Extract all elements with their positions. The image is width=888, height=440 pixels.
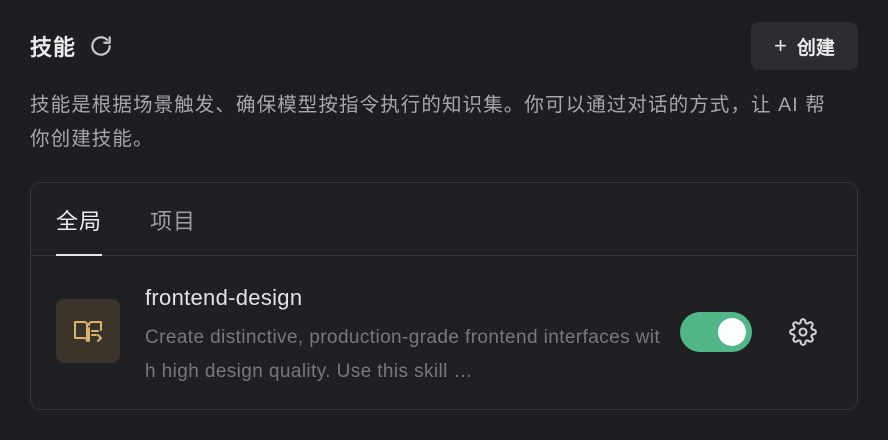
skill-enable-toggle[interactable] <box>680 312 752 352</box>
create-skill-button[interactable]: + 创建 <box>751 22 858 70</box>
tab-project[interactable]: 项目 <box>150 183 196 255</box>
tab-global[interactable]: 全局 <box>56 183 103 256</box>
skills-header: 技能 + 创建 <box>30 22 858 70</box>
title-group: 技能 <box>30 30 114 62</box>
page-title: 技能 <box>30 35 77 60</box>
create-button-label: 创建 <box>796 37 835 59</box>
skills-panel: 全局 项目 frontend-design Create distinctive… <box>30 182 858 410</box>
refresh-icon[interactable] <box>88 33 114 59</box>
skill-name: frontend-design <box>145 285 303 310</box>
toggle-knob <box>718 318 746 346</box>
page-description: 技能是根据场景触发、确保模型按指令执行的知识集。你可以通过对话的方式，让 AI … <box>30 94 826 150</box>
skill-item: frontend-design Create distinctive, prod… <box>56 283 832 393</box>
plus-icon: + <box>774 33 787 58</box>
book-icon <box>56 299 120 363</box>
skill-description: Create distinctive, production-grade fro… <box>145 327 661 382</box>
gear-icon[interactable] <box>789 318 817 346</box>
scope-tabs: 全局 项目 <box>31 183 857 256</box>
